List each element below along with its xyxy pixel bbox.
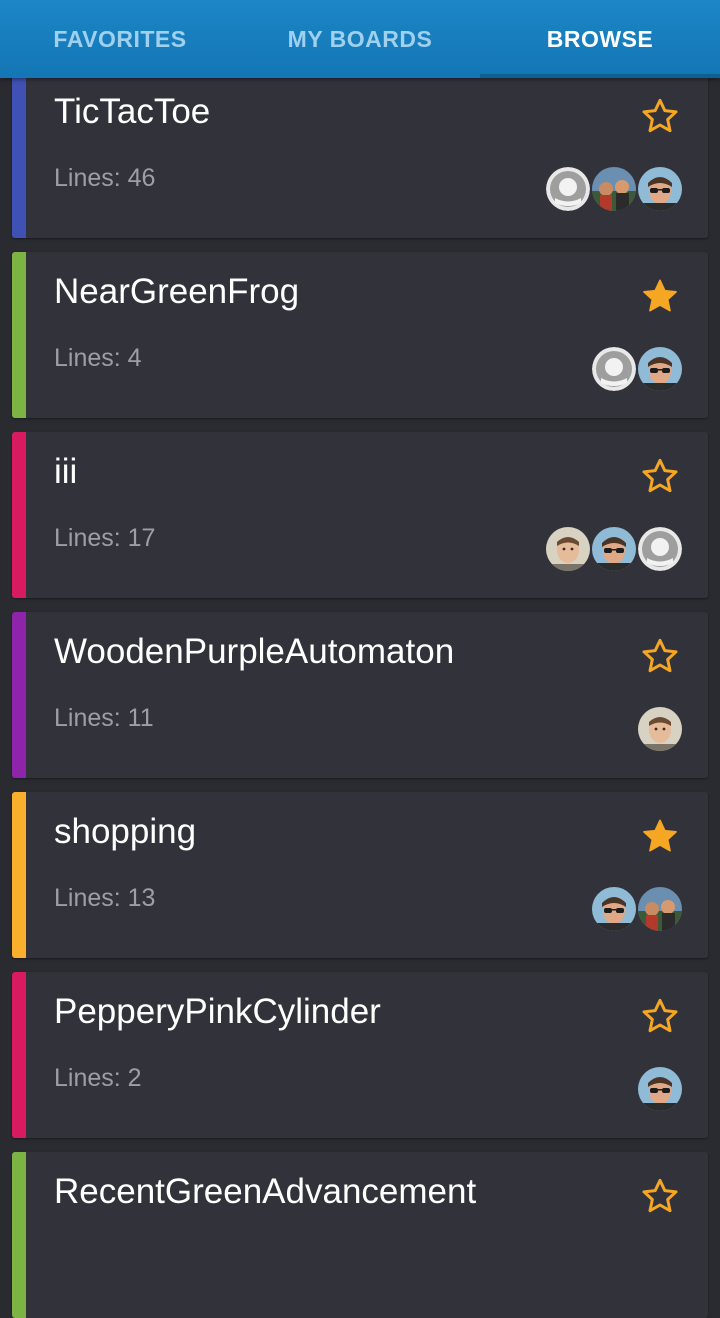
board-title: NearGreenFrog [54, 272, 300, 311]
group-photo-avatar [592, 167, 636, 211]
board-color-bar [12, 252, 26, 418]
board-title: RecentGreenAdvancement [54, 1172, 477, 1211]
tab-browse[interactable]: BROWSE [480, 0, 720, 78]
man-sunglasses-avatar [592, 887, 636, 931]
board-color-bar [12, 1152, 26, 1318]
board-line-count: Lines: 17 [54, 524, 156, 552]
tab-bar: FAVORITES MY BOARDS BROWSE [0, 0, 720, 78]
star-outline-icon[interactable] [640, 96, 680, 136]
board-color-bar [12, 72, 26, 238]
placeholder-avatar [592, 347, 636, 391]
placeholder-avatar [546, 167, 590, 211]
board-title: PepperyPinkCylinder [54, 992, 381, 1031]
collaborator-avatars [636, 1067, 682, 1111]
group-photo-avatar [638, 887, 682, 931]
board-card[interactable]: shopping Lines: 13 [12, 792, 708, 958]
board-title: shopping [54, 812, 197, 851]
board-card[interactable]: TicTacToe Lines: 46 [12, 72, 708, 238]
star-outline-icon[interactable] [640, 996, 680, 1036]
man-portrait-avatar [546, 527, 590, 571]
collaborator-avatars [636, 707, 682, 751]
man-sunglasses-avatar [638, 167, 682, 211]
board-line-count: Lines: 13 [54, 884, 156, 912]
star-filled-icon[interactable] [640, 816, 680, 856]
board-color-bar [12, 432, 26, 598]
man-portrait-avatar [638, 707, 682, 751]
collaborator-avatars [590, 887, 682, 931]
board-card[interactable]: iii Lines: 17 [12, 432, 708, 598]
man-sunglasses-avatar [638, 1067, 682, 1111]
board-line-count: Lines: 46 [54, 164, 156, 192]
tab-favorites[interactable]: FAVORITES [0, 0, 240, 78]
board-line-count: Lines: 2 [54, 1064, 142, 1092]
board-title: TicTacToe [54, 92, 211, 131]
board-line-count: Lines: 11 [54, 704, 154, 732]
star-outline-icon[interactable] [640, 456, 680, 496]
collaborator-avatars [590, 347, 682, 391]
board-color-bar [12, 792, 26, 958]
board-line-count: Lines: 4 [54, 344, 142, 372]
star-outline-icon[interactable] [640, 636, 680, 676]
board-card[interactable]: WoodenPurpleAutomaton Lines: 11 [12, 612, 708, 778]
star-filled-icon[interactable] [640, 276, 680, 316]
collaborator-avatars [544, 527, 682, 571]
board-card[interactable]: PepperyPinkCylinder Lines: 2 [12, 972, 708, 1138]
board-card[interactable]: NearGreenFrog Lines: 4 [12, 252, 708, 418]
tab-my-boards[interactable]: MY BOARDS [240, 0, 480, 78]
man-sunglasses-avatar [638, 347, 682, 391]
board-card[interactable]: RecentGreenAdvancement [12, 1152, 708, 1318]
collaborator-avatars [544, 167, 682, 211]
placeholder-avatar [638, 527, 682, 571]
man-sunglasses-avatar [592, 527, 636, 571]
star-outline-icon[interactable] [640, 1176, 680, 1216]
board-color-bar [12, 612, 26, 778]
board-title: WoodenPurpleAutomaton [54, 632, 455, 671]
board-title: iii [54, 452, 78, 491]
board-color-bar [12, 972, 26, 1138]
